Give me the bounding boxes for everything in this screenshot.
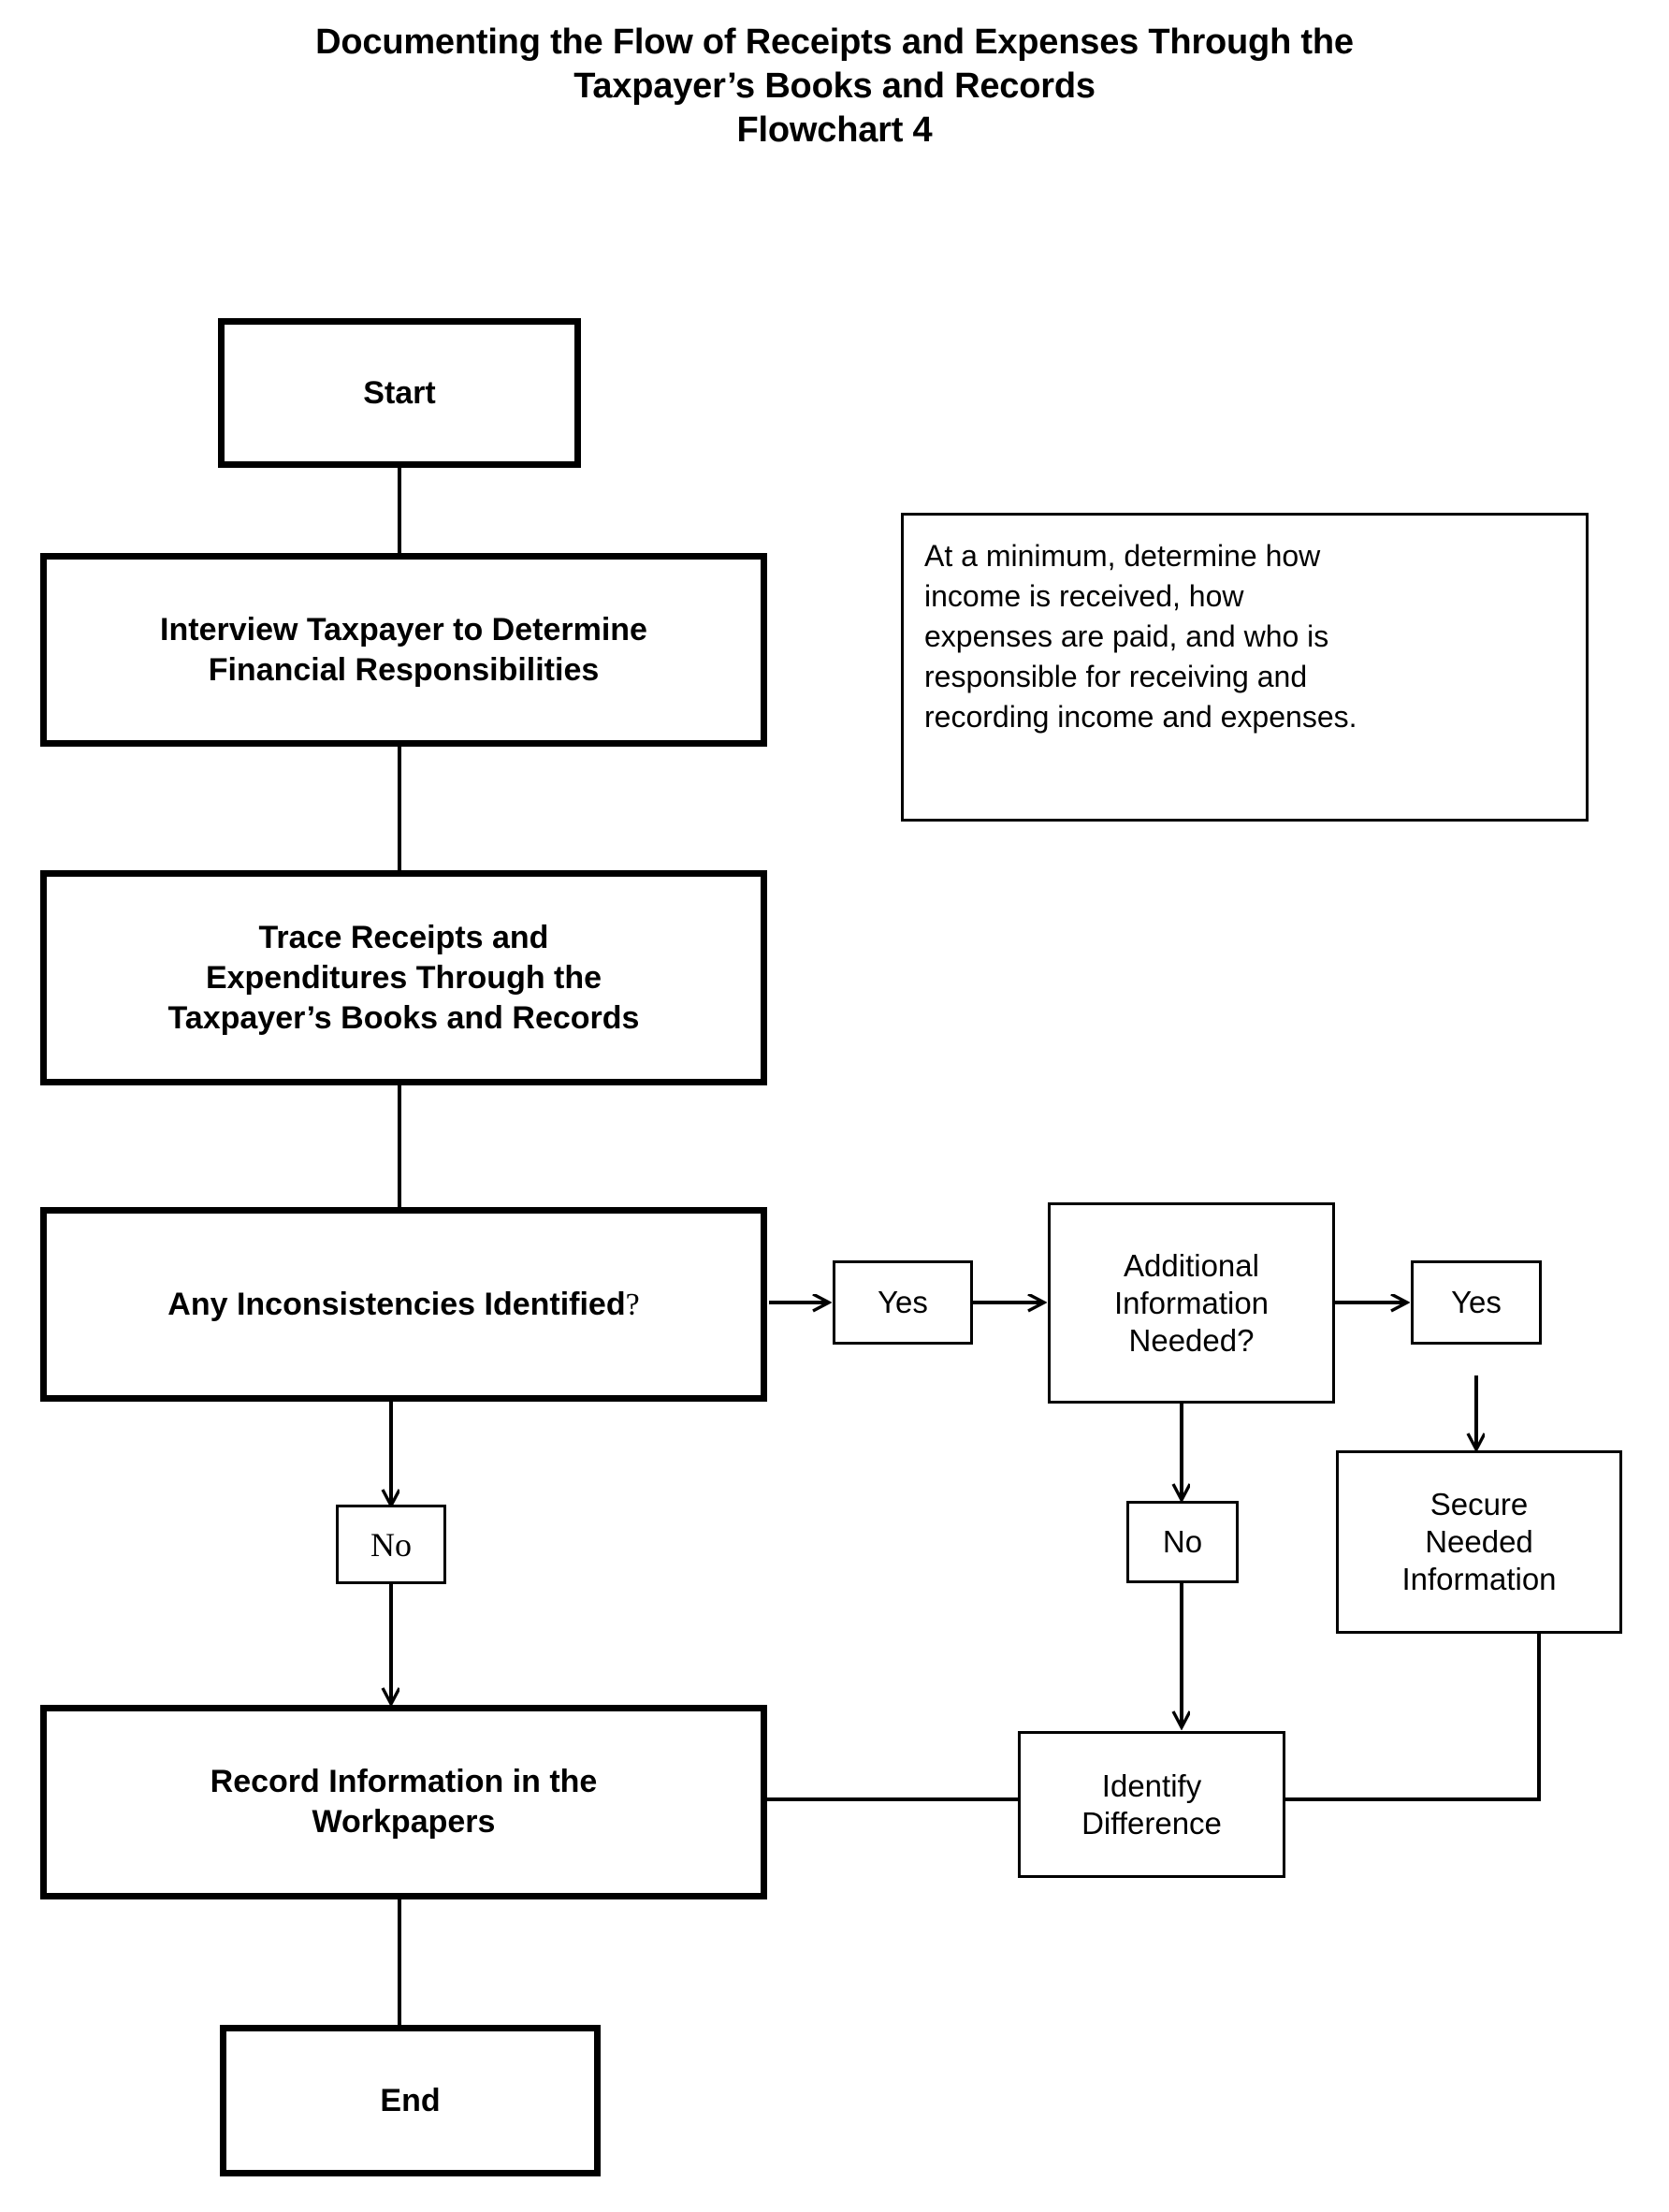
page-title-line-2: Taxpayer’s Books and Records xyxy=(573,66,1096,106)
node-record-information[interactable]: Record Information in the Workpapers xyxy=(40,1705,767,1899)
node-identify-difference-label: Identify Difference xyxy=(1021,1768,1283,1842)
node-identify-line-1: Identify xyxy=(1101,1768,1202,1803)
node-additional-line-2: Information xyxy=(1113,1285,1270,1320)
edge-secure-to-identify xyxy=(1285,1633,1541,1801)
note-line-5: recording income and expenses. xyxy=(924,700,1357,734)
node-end-label: End xyxy=(380,2082,441,2118)
node-secure-line-1: Secure xyxy=(1430,1487,1529,1521)
node-record-line-1: Record Information in the xyxy=(210,1764,598,1799)
note-box-minimum-determine: At a minimum, determine how income is re… xyxy=(901,513,1589,822)
node-trace-receipts-label: Trace Receipts and Expenditures Through … xyxy=(47,918,761,1039)
node-no-inconsistencies-label: No xyxy=(370,1525,412,1564)
node-decision-any-inconsistencies-label: Any Inconsistencies Identified? xyxy=(47,1285,761,1325)
node-decision-any-inconsistencies[interactable]: Any Inconsistencies Identified? xyxy=(40,1207,767,1402)
node-no-additional-information[interactable]: No xyxy=(1126,1501,1239,1583)
node-record-line-2: Workpapers xyxy=(312,1804,496,1840)
node-decision-text: Any Inconsistencies Identified xyxy=(167,1286,626,1322)
note-box-text: At a minimum, determine how income is re… xyxy=(924,536,1567,737)
node-secure-needed-information-label: Secure Needed Information xyxy=(1339,1486,1619,1598)
node-record-information-label: Record Information in the Workpapers xyxy=(47,1762,761,1842)
flowchart-page: Documenting the Flow of Receipts and Exp… xyxy=(0,0,1669,2212)
node-yes-additional-information-label: Yes xyxy=(1451,1285,1502,1319)
page-title-line-1: Documenting the Flow of Receipts and Exp… xyxy=(315,22,1354,62)
note-line-4: responsible for receiving and xyxy=(924,660,1308,693)
node-no-additional-information-label: No xyxy=(1162,1524,1203,1559)
node-trace-line-3: Taxpayer’s Books and Records xyxy=(167,999,640,1036)
node-secure-line-3: Information xyxy=(1401,1562,1557,1596)
note-line-1: At a minimum, determine how xyxy=(924,539,1321,573)
node-secure-line-2: Needed xyxy=(1425,1524,1533,1559)
note-line-2: income is received, how xyxy=(924,579,1244,613)
page-title-line-3: Flowchart 4 xyxy=(736,110,933,150)
node-trace-receipts[interactable]: Trace Receipts and Expenditures Through … xyxy=(40,870,767,1085)
node-trace-line-1: Trace Receipts and xyxy=(258,919,549,955)
node-end[interactable]: End xyxy=(220,2025,601,2176)
node-interview-taxpayer[interactable]: Interview Taxpayer to Determine Financia… xyxy=(40,553,767,747)
node-decision-additional-information[interactable]: Additional Information Needed? xyxy=(1048,1202,1335,1404)
node-identify-line-2: Difference xyxy=(1081,1805,1222,1841)
page-title: Documenting the Flow of Receipts and Exp… xyxy=(0,21,1669,153)
node-trace-line-2: Expenditures Through the xyxy=(205,959,602,996)
node-interview-line-1: Interview Taxpayer to Determine xyxy=(160,611,647,648)
node-start[interactable]: Start xyxy=(218,318,581,468)
node-interview-taxpayer-label: Interview Taxpayer to Determine Financia… xyxy=(47,610,761,691)
node-secure-needed-information[interactable]: Secure Needed Information xyxy=(1336,1450,1622,1634)
node-decision-question-mark: ? xyxy=(625,1287,640,1322)
node-additional-line-3: Needed? xyxy=(1128,1322,1255,1358)
note-line-3: expenses are paid, and who is xyxy=(924,619,1329,653)
node-additional-line-1: Additional xyxy=(1124,1247,1259,1283)
node-yes-inconsistencies-label: Yes xyxy=(878,1285,928,1319)
node-yes-additional-information[interactable]: Yes xyxy=(1411,1260,1542,1345)
node-identify-difference[interactable]: Identify Difference xyxy=(1018,1731,1285,1878)
node-yes-inconsistencies[interactable]: Yes xyxy=(833,1260,973,1345)
node-interview-line-2: Financial Responsibilities xyxy=(208,651,600,688)
node-start-label: Start xyxy=(363,374,436,411)
node-decision-additional-information-label: Additional Information Needed? xyxy=(1051,1247,1332,1360)
node-no-inconsistencies[interactable]: No xyxy=(336,1505,446,1584)
